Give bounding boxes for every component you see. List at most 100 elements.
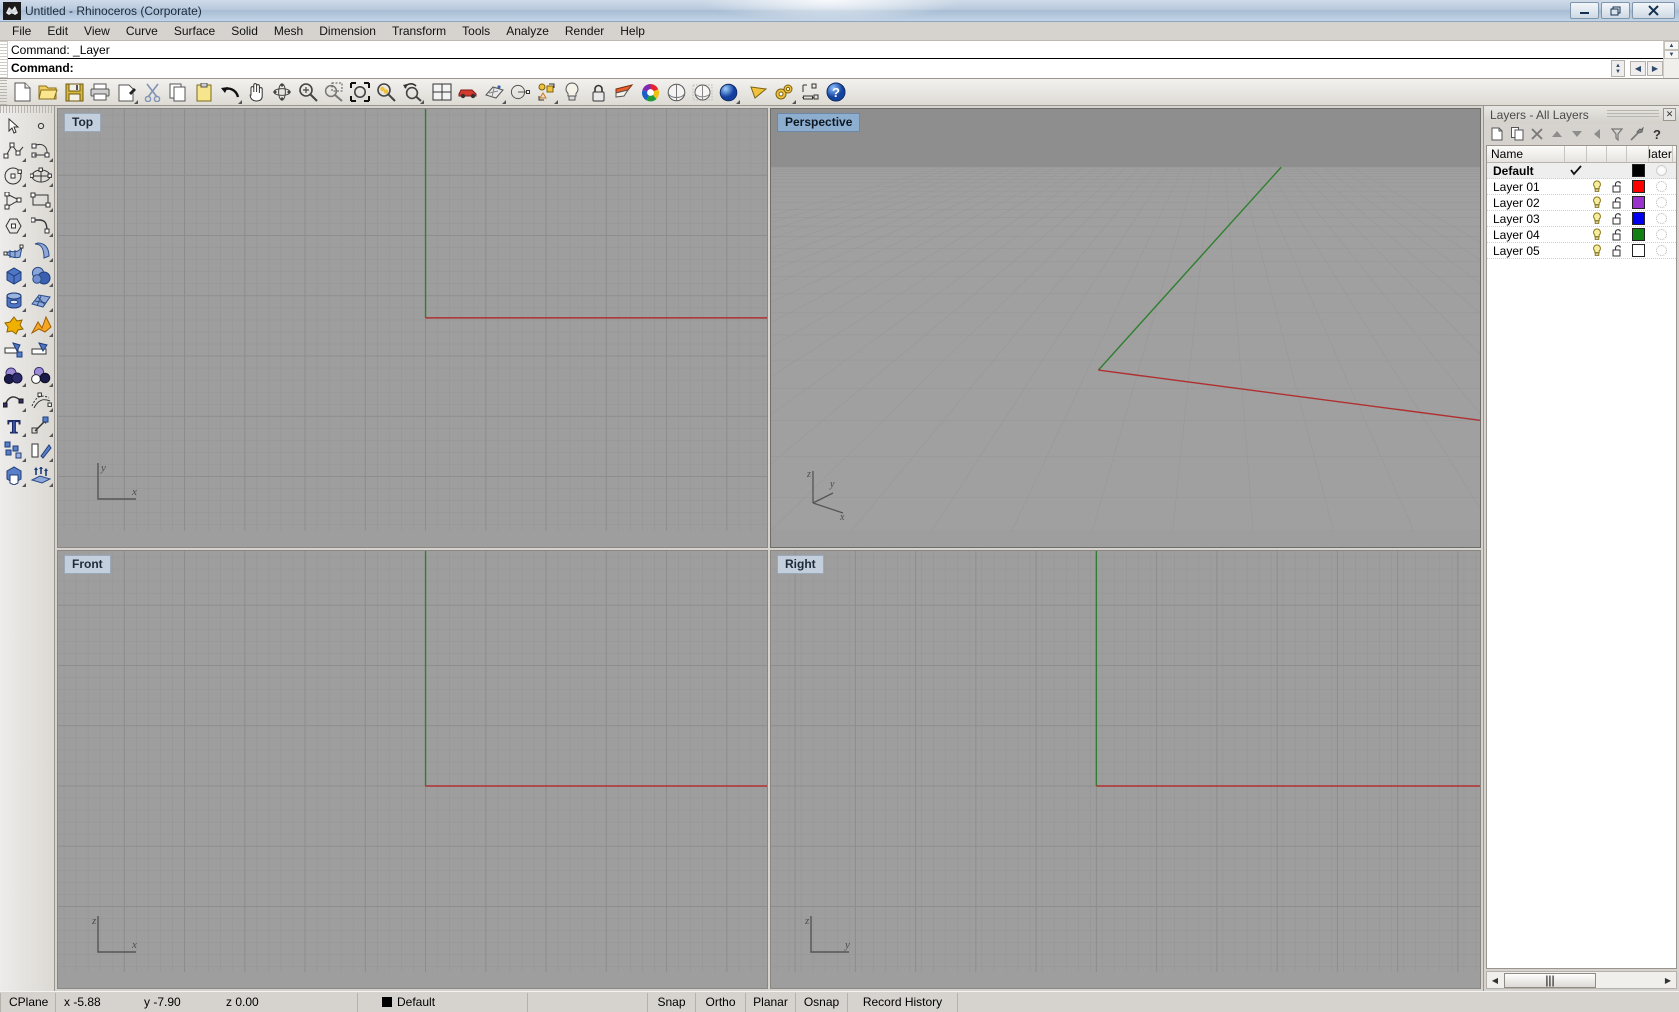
zoom-in-button[interactable] — [295, 80, 321, 105]
offset-curve-button[interactable] — [27, 388, 54, 413]
layers-panel-close-button[interactable]: ✕ — [1663, 108, 1676, 121]
filter-layers-button[interactable] — [1608, 125, 1626, 143]
select-objects-button[interactable] — [533, 80, 559, 105]
menu-item-analyze[interactable]: Analyze — [498, 22, 557, 40]
layer-color-swatch[interactable] — [1627, 228, 1649, 241]
menu-item-surface[interactable]: Surface — [166, 22, 223, 40]
surface-extrude-button[interactable] — [27, 238, 54, 263]
print-button[interactable] — [87, 80, 113, 105]
table-row[interactable]: Layer 03 — [1487, 211, 1676, 227]
layer-color-swatch[interactable] — [1627, 196, 1649, 209]
command-grip[interactable] — [0, 41, 8, 78]
command-prompt-line[interactable]: Command: — [8, 59, 1663, 77]
layer-material-icon[interactable] — [1649, 165, 1673, 176]
column-header-current[interactable] — [1565, 146, 1587, 162]
command-scroll-down-button[interactable]: ▼ — [1664, 50, 1679, 59]
render-mesh-button[interactable] — [481, 80, 507, 105]
toolbar-grip[interactable] — [0, 79, 7, 105]
fillet-curve-button[interactable] — [27, 213, 54, 238]
polygon-tool-button[interactable] — [0, 213, 27, 238]
layer-lock-icon[interactable] — [1607, 244, 1627, 257]
menu-item-render[interactable]: Render — [557, 22, 612, 40]
layer-name[interactable]: Layer 01 — [1487, 180, 1565, 194]
cylinder-solid-button[interactable] — [0, 288, 27, 313]
surface-from-curves-button[interactable] — [0, 238, 27, 263]
viewport-perspective-label[interactable]: Perspective — [777, 113, 861, 132]
layer-tools-button[interactable] — [1628, 125, 1646, 143]
menu-item-curve[interactable]: Curve — [118, 22, 166, 40]
record-history-toggle[interactable]: Record History — [848, 992, 958, 1012]
menu-item-solid[interactable]: Solid — [223, 22, 266, 40]
menu-item-tools[interactable]: Tools — [454, 22, 498, 40]
table-row[interactable]: Layer 05 — [1487, 243, 1676, 259]
layers-help-button[interactable]: ? — [1648, 125, 1666, 143]
viewport-perspective[interactable]: Perspective z y x — [770, 108, 1481, 548]
menu-item-mesh[interactable]: Mesh — [266, 22, 311, 40]
osnap-toggle[interactable]: Osnap — [796, 992, 848, 1012]
light-button[interactable] — [559, 80, 585, 105]
layer-material-icon[interactable] — [1649, 245, 1673, 256]
point-object-button[interactable] — [507, 80, 533, 105]
column-header-material[interactable]: Material — [1649, 146, 1673, 162]
table-row[interactable]: Layer 01 — [1487, 179, 1676, 195]
rectangle-tool-button[interactable] — [27, 188, 54, 213]
boolean-difference-button[interactable] — [27, 363, 54, 388]
minimize-button[interactable] — [1570, 2, 1599, 19]
polyline-tool-button[interactable] — [0, 138, 27, 163]
options-button[interactable] — [771, 80, 797, 105]
layers-panel-grip[interactable] — [1607, 110, 1659, 119]
explode-tool-button[interactable] — [27, 313, 54, 338]
layer-visibility-icon[interactable] — [1587, 180, 1607, 193]
layer-material-icon[interactable] — [1649, 229, 1673, 240]
cap-tool-button[interactable] — [0, 463, 27, 488]
ghosted-button[interactable] — [689, 80, 715, 105]
layer-name[interactable]: Layer 02 — [1487, 196, 1565, 210]
new-layer-button[interactable] — [1488, 125, 1506, 143]
layer-visibility-icon[interactable] — [1587, 212, 1607, 225]
ellipse-tool-button[interactable] — [27, 163, 54, 188]
layer-visibility-icon[interactable] — [1587, 244, 1607, 257]
point-tool-button[interactable] — [27, 113, 54, 138]
box-solid-button[interactable] — [0, 263, 27, 288]
move-layer-left-button[interactable] — [1588, 125, 1606, 143]
cut-layout-button[interactable] — [113, 80, 139, 105]
layer-material-icon[interactable] — [1649, 181, 1673, 192]
left-palette-grip-1[interactable] — [0, 106, 27, 113]
paste-button[interactable] — [191, 80, 217, 105]
save-file-button[interactable] — [61, 80, 87, 105]
menu-item-dimension[interactable]: Dimension — [311, 22, 384, 40]
current-layer-indicator[interactable]: Default — [358, 992, 528, 1012]
menu-item-file[interactable]: File — [4, 22, 39, 40]
shade-button[interactable] — [663, 80, 689, 105]
layer-visibility-icon[interactable] — [1587, 196, 1607, 209]
trim-tool-button[interactable] — [0, 338, 27, 363]
planar-toggle[interactable]: Planar — [746, 992, 796, 1012]
command-next-button[interactable]: ▶ — [1647, 61, 1663, 76]
lock-button[interactable] — [585, 80, 611, 105]
blend-curve-button[interactable] — [0, 388, 27, 413]
layer-lock-icon[interactable] — [1607, 228, 1627, 241]
viewport-front-label[interactable]: Front — [64, 554, 111, 574]
menu-item-view[interactable]: View — [76, 22, 118, 40]
four-viewport-button[interactable] — [429, 80, 455, 105]
circle-tool-button[interactable] — [0, 163, 27, 188]
column-header-lock[interactable] — [1607, 146, 1627, 162]
layer-lock-icon[interactable] — [1607, 180, 1627, 193]
viewport-top[interactable]: Top y x — [57, 108, 768, 548]
table-row[interactable]: Default — [1487, 163, 1676, 179]
scale-tool-button[interactable] — [27, 413, 54, 438]
duplicate-layer-button[interactable] — [1508, 125, 1526, 143]
delete-layer-button[interactable] — [1528, 125, 1546, 143]
zoom-previous-button[interactable] — [399, 80, 425, 105]
viewport-front[interactable]: Front z x — [57, 549, 768, 989]
layer-name[interactable]: Layer 04 — [1487, 228, 1565, 242]
render-button[interactable] — [715, 80, 741, 105]
flat-shade-button[interactable] — [745, 80, 771, 105]
split-tool-button[interactable] — [27, 338, 54, 363]
zoom-selected-button[interactable] — [373, 80, 399, 105]
table-row[interactable]: Layer 02 — [1487, 195, 1676, 211]
layer-lock-icon[interactable] — [1607, 212, 1627, 225]
zoom-window-button[interactable] — [321, 80, 347, 105]
zoom-extents-button[interactable] — [347, 80, 373, 105]
table-row[interactable]: Layer 04 — [1487, 227, 1676, 243]
